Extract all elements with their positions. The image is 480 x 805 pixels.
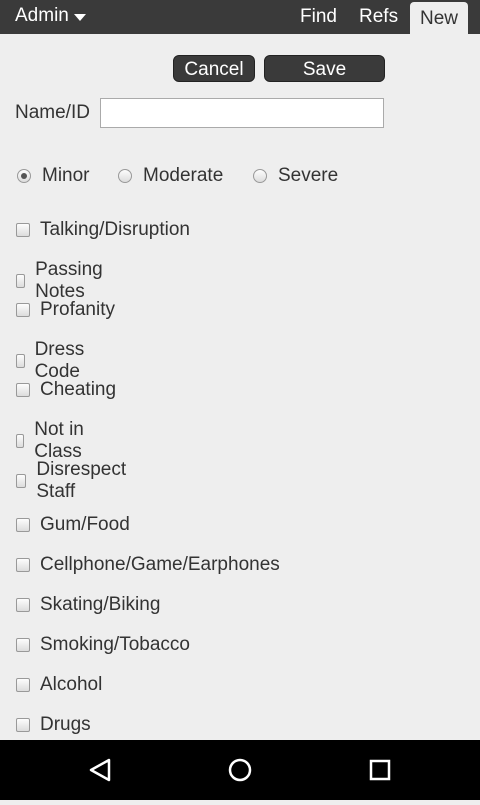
- offense-item[interactable]: Gum/Food: [16, 514, 130, 536]
- radio-moderate-label: Moderate: [143, 165, 224, 186]
- offense-item[interactable]: Profanity: [16, 299, 115, 321]
- offense-item[interactable]: Alcohol: [16, 674, 102, 696]
- radio-minor-label: Minor: [42, 165, 90, 186]
- offense-item[interactable]: Dress Code: [16, 339, 90, 383]
- offense-label: Profanity: [40, 299, 115, 320]
- severity-radio-group: Minor Moderate Severe: [0, 163, 480, 187]
- back-triangle-icon: [89, 758, 111, 782]
- admin-menu-label: Admin: [15, 5, 69, 26]
- offense-label: Drugs: [40, 714, 91, 735]
- offense-checkbox[interactable]: [16, 518, 30, 532]
- system-nav-bar: [0, 740, 480, 800]
- radio-severe-indicator[interactable]: [253, 169, 267, 183]
- offense-checkbox[interactable]: [16, 598, 30, 612]
- offense-label: Gum/Food: [40, 514, 130, 535]
- home-button[interactable]: [210, 740, 270, 800]
- offense-label: Cellphone/Game/Earphones: [40, 554, 280, 575]
- offense-checkbox[interactable]: [16, 303, 30, 317]
- offense-checkbox[interactable]: [16, 434, 25, 448]
- recent-square-icon: [369, 759, 391, 781]
- offense-checkbox[interactable]: [16, 558, 30, 572]
- recent-apps-button[interactable]: [350, 740, 410, 800]
- offense-label: Dress Code: [34, 339, 85, 382]
- offense-label: Skating/Biking: [40, 594, 161, 615]
- radio-moderate[interactable]: Moderate: [118, 165, 223, 187]
- offense-checkbox[interactable]: [16, 383, 30, 397]
- name-id-label: Name/ID: [15, 102, 90, 123]
- offense-item[interactable]: Disrespect Staff: [16, 459, 130, 503]
- radio-minor[interactable]: Minor: [17, 165, 90, 187]
- offense-item[interactable]: Drugs: [16, 714, 91, 736]
- radio-moderate-indicator[interactable]: [118, 169, 132, 183]
- offense-label: Smoking/Tobacco: [40, 634, 190, 655]
- offense-item[interactable]: Skating/Biking: [16, 594, 160, 616]
- admin-menu[interactable]: Admin: [15, 5, 86, 27]
- offense-item[interactable]: Cheating: [16, 379, 116, 401]
- radio-severe-label: Severe: [278, 165, 339, 186]
- offense-checkbox[interactable]: [16, 274, 26, 288]
- offense-label: Talking/Disruption: [40, 219, 190, 240]
- offense-item[interactable]: Not in Class: [16, 419, 88, 463]
- cancel-button[interactable]: Cancel: [173, 55, 255, 82]
- offense-checkbox[interactable]: [16, 718, 30, 732]
- offense-item[interactable]: Talking/Disruption: [16, 219, 190, 241]
- offense-checkbox[interactable]: [16, 474, 27, 488]
- offense-item[interactable]: Cellphone/Game/Earphones: [16, 554, 280, 576]
- offense-item[interactable]: Passing Notes: [16, 259, 108, 303]
- nav-refs[interactable]: Refs: [359, 0, 398, 34]
- offense-label: Disrespect Staff: [36, 459, 127, 502]
- top-bar: Admin Find Refs New: [0, 0, 480, 34]
- caret-down-icon: [73, 14, 86, 21]
- back-button[interactable]: [70, 740, 130, 800]
- offense-checkbox[interactable]: [16, 678, 30, 692]
- radio-severe[interactable]: Severe: [253, 165, 338, 187]
- save-button[interactable]: Save: [264, 55, 385, 82]
- offense-label: Alcohol: [40, 674, 103, 695]
- offense-label: Cheating: [40, 379, 117, 400]
- name-id-input[interactable]: [100, 98, 384, 128]
- nav-new[interactable]: New: [410, 2, 468, 34]
- home-circle-icon: [228, 758, 252, 782]
- offense-item[interactable]: Smoking/Tobacco: [16, 634, 190, 656]
- nav-find[interactable]: Find: [300, 0, 337, 34]
- radio-minor-indicator[interactable]: [17, 169, 31, 183]
- offense-checkbox[interactable]: [16, 354, 25, 368]
- offense-label: Passing Notes: [35, 259, 103, 302]
- offense-checkbox[interactable]: [16, 638, 30, 652]
- offense-label: Not in Class: [34, 419, 84, 462]
- offense-checkbox[interactable]: [16, 223, 30, 237]
